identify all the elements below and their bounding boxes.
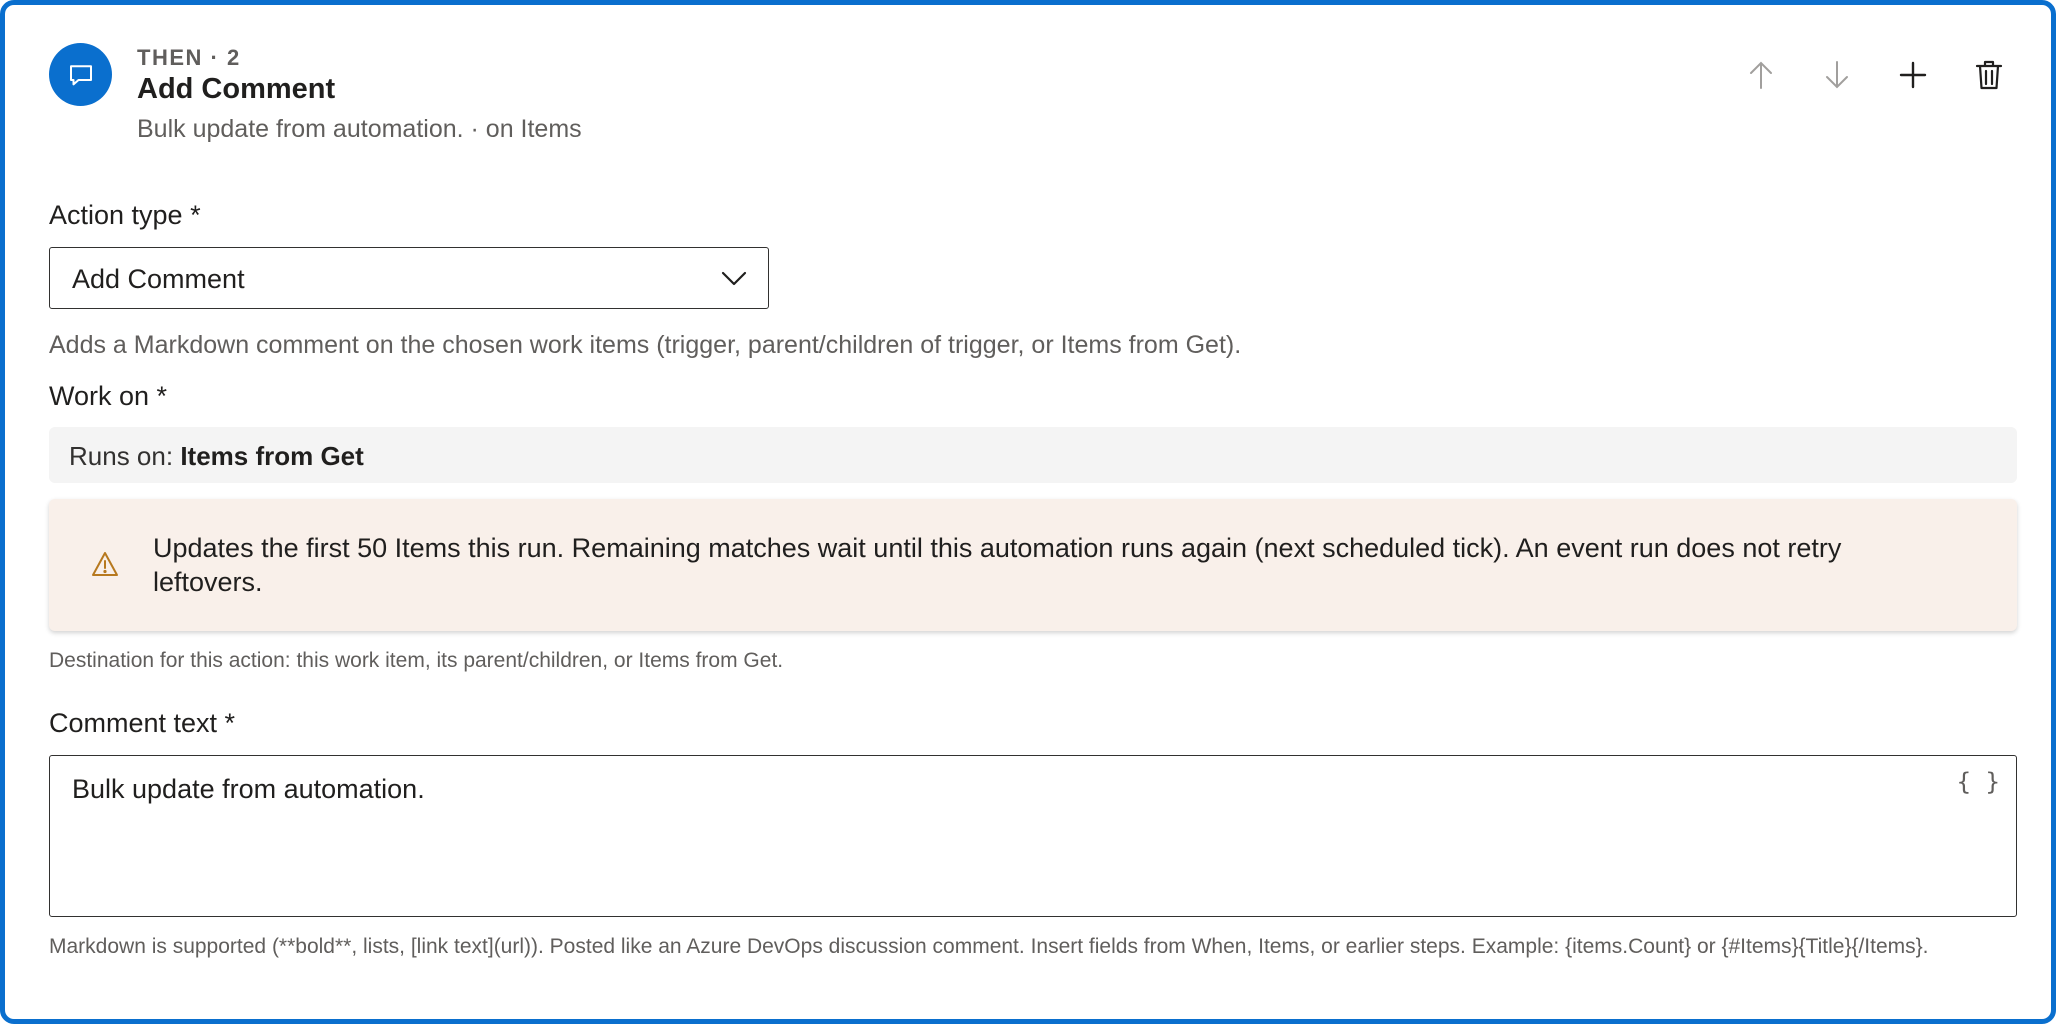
step-header: THEN · 2 Add Comment Bulk update from au… (49, 43, 2007, 151)
move-down-button[interactable] (1819, 57, 1855, 93)
comment-text-input[interactable]: Bulk update from automation. { } (49, 755, 2017, 917)
runs-on-value: Items from Get (180, 441, 364, 471)
insert-field-icon[interactable]: { } (1957, 768, 2000, 796)
step-subtitle: Bulk update from automation. · on Items (137, 115, 582, 143)
warning-text: Updates the first 50 Items this run. Rem… (153, 533, 1842, 597)
comment-text-label: Comment text * (49, 708, 236, 738)
arrow-down-icon (1826, 61, 1848, 89)
add-step-button[interactable] (1895, 57, 1931, 93)
chevron-down-icon (720, 266, 748, 295)
work-on-help: Destination for this action: this work i… (49, 649, 784, 672)
comment-text-value: Bulk update from automation. (72, 774, 425, 804)
action-type-label: Action type * (49, 200, 201, 230)
batch-limit-warning: Updates the first 50 Items this run. Rem… (49, 499, 2017, 631)
runs-on-prefix: Runs on: (69, 441, 174, 471)
step-label: THEN · 2 (137, 45, 241, 70)
move-up-button[interactable] (1743, 57, 1779, 93)
runs-on-box: Runs on: Items from Get (49, 427, 2017, 483)
comment-text-help: Markdown is supported (**bold**, lists, … (49, 935, 1929, 958)
delete-icon (1975, 60, 2003, 90)
action-type-help: Adds a Markdown comment on the chosen wo… (49, 331, 1242, 359)
warning-icon (91, 551, 119, 582)
step-toolbar (1743, 57, 2007, 93)
comment-step-icon (49, 43, 112, 106)
delete-step-button[interactable] (1971, 57, 2007, 93)
action-type-value: Add Comment (72, 264, 245, 294)
add-icon (1899, 61, 1927, 89)
arrow-up-icon (1750, 61, 1772, 89)
action-step-card: THEN · 2 Add Comment Bulk update from au… (0, 0, 2056, 1024)
step-title: Add Comment (137, 73, 336, 105)
work-on-label: Work on * (49, 381, 168, 411)
action-type-select[interactable]: Add Comment (49, 247, 769, 309)
